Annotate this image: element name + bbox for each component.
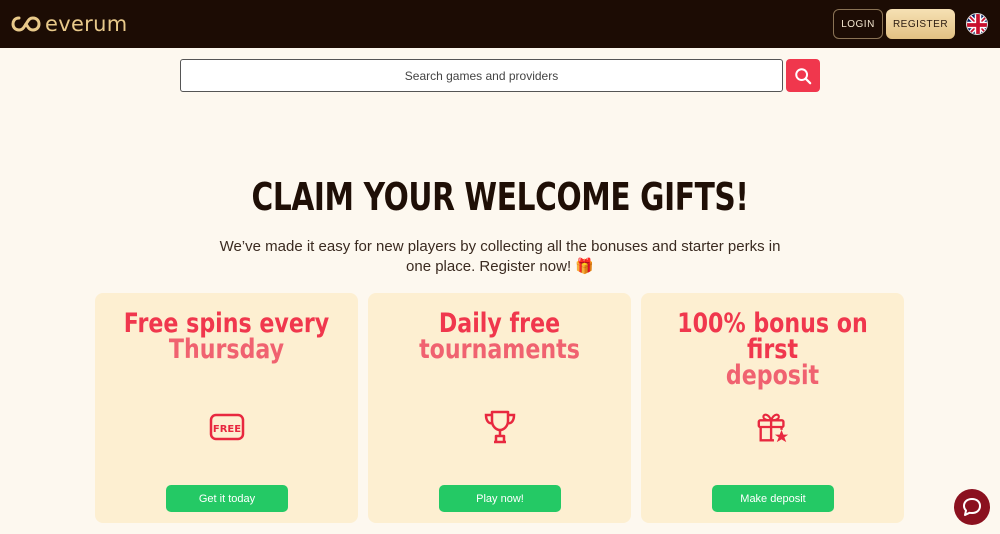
- login-button[interactable]: LOGIN: [833, 9, 883, 39]
- svg-text:FREE: FREE: [213, 424, 241, 435]
- trophy-icon: [482, 409, 518, 445]
- page-title: CLAIM YOUR WELCOME GIFTS!: [251, 175, 749, 219]
- free-badge-icon: FREE: [209, 409, 245, 445]
- card-title-line2: tournaments: [419, 334, 580, 365]
- gift-star-icon: [755, 409, 791, 445]
- card-title-line2: deposit: [725, 360, 820, 391]
- search-button[interactable]: [786, 59, 820, 92]
- uk-flag-icon[interactable]: [966, 13, 988, 35]
- search-input[interactable]: [180, 59, 783, 92]
- bonus-card-deposit: 100% bonus on first deposit Make deposit: [641, 293, 904, 523]
- infinity-logo-icon: [11, 16, 41, 32]
- card-title: Daily free tournaments: [392, 310, 608, 365]
- search-icon: [795, 67, 812, 84]
- get-it-today-button[interactable]: Get it today: [166, 485, 288, 512]
- bonus-card-free-spins: Free spins every Thursday FREE Get it to…: [95, 293, 358, 523]
- card-title-line2: Thursday: [168, 334, 285, 365]
- page-subtitle: We’ve made it easy for new players by co…: [219, 238, 781, 275]
- card-title: Free spins every Thursday: [119, 310, 335, 365]
- everum-logo[interactable]: everum: [11, 12, 127, 36]
- top-header: everum LOGIN REGISTER: [0, 0, 1000, 48]
- logo-text: everum: [45, 12, 128, 36]
- make-deposit-button[interactable]: Make deposit: [712, 485, 834, 512]
- card-title: 100% bonus on first deposit: [665, 308, 881, 391]
- play-now-button[interactable]: Play now!: [439, 485, 561, 512]
- bonus-card-tournaments: Daily free tournaments Play now!: [368, 293, 631, 523]
- card-title-line1: 100% bonus on first: [677, 308, 868, 365]
- register-button[interactable]: REGISTER: [886, 9, 955, 39]
- chat-icon: [963, 498, 981, 516]
- chat-button[interactable]: [954, 489, 990, 525]
